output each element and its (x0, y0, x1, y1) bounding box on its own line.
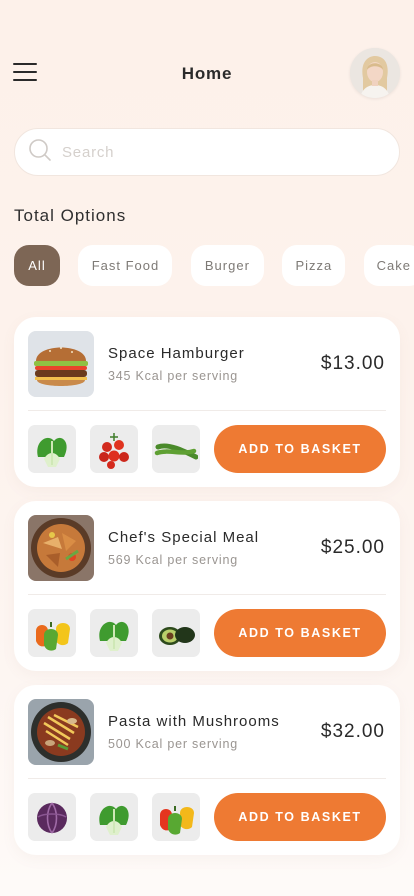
meal-name: Pasta with Mushrooms (108, 713, 280, 730)
app-header: Home (0, 0, 414, 110)
red-cabbage-icon (28, 793, 76, 841)
meal-price: $32.00 (320, 721, 385, 742)
chip-pizza[interactable]: Pizza (282, 245, 346, 286)
bell-peppers-icon (152, 793, 200, 841)
avocado-icon (152, 609, 200, 657)
user-avatar[interactable] (350, 48, 400, 98)
section-title: Total Options (14, 206, 127, 225)
chicken-bowl-image (28, 515, 94, 581)
pasta-bowl-image (28, 699, 94, 765)
meal-card[interactable]: Pasta with Mushrooms 500 Kcal per servin… (14, 685, 400, 855)
bok-choy-icon (90, 793, 138, 841)
search-icon (28, 138, 52, 167)
add-to-basket-button[interactable]: ADD TO BASKET (214, 609, 386, 657)
search-bar[interactable] (14, 128, 400, 176)
chip-burger[interactable]: Burger (190, 245, 264, 286)
bok-choy-icon (28, 425, 76, 473)
chip-cake[interactable]: Cake (363, 245, 414, 286)
chip-fast-food[interactable]: Fast Food (78, 245, 173, 286)
meal-name: Space Hamburger (108, 345, 245, 362)
meal-kcal: 345 Kcal per serving (108, 369, 238, 383)
chip-all[interactable]: All (14, 245, 60, 286)
search-input[interactable] (62, 143, 362, 161)
meal-kcal: 569 Kcal per serving (108, 553, 238, 567)
bell-peppers-icon (28, 609, 76, 657)
category-chips: All Fast Food Burger Pizza Cake (14, 245, 414, 287)
green-beans-icon (152, 425, 200, 473)
hamburger-image (28, 331, 94, 397)
card-divider (28, 410, 386, 411)
add-to-basket-button[interactable]: ADD TO BASKET (214, 793, 386, 841)
meal-card[interactable]: Space Hamburger 345 Kcal per serving $13… (14, 317, 400, 487)
meal-price: $25.00 (320, 537, 385, 558)
bok-choy-icon (90, 609, 138, 657)
cherry-tomatoes-icon (90, 425, 138, 473)
meal-kcal: 500 Kcal per serving (108, 737, 238, 751)
add-to-basket-button[interactable]: ADD TO BASKET (214, 425, 386, 473)
card-divider (28, 594, 386, 595)
meal-price: $13.00 (320, 353, 385, 374)
meal-name: Chef's Special Meal (108, 529, 260, 546)
meal-card[interactable]: Chef's Special Meal 569 Kcal per serving… (14, 501, 400, 671)
card-divider (28, 778, 386, 779)
